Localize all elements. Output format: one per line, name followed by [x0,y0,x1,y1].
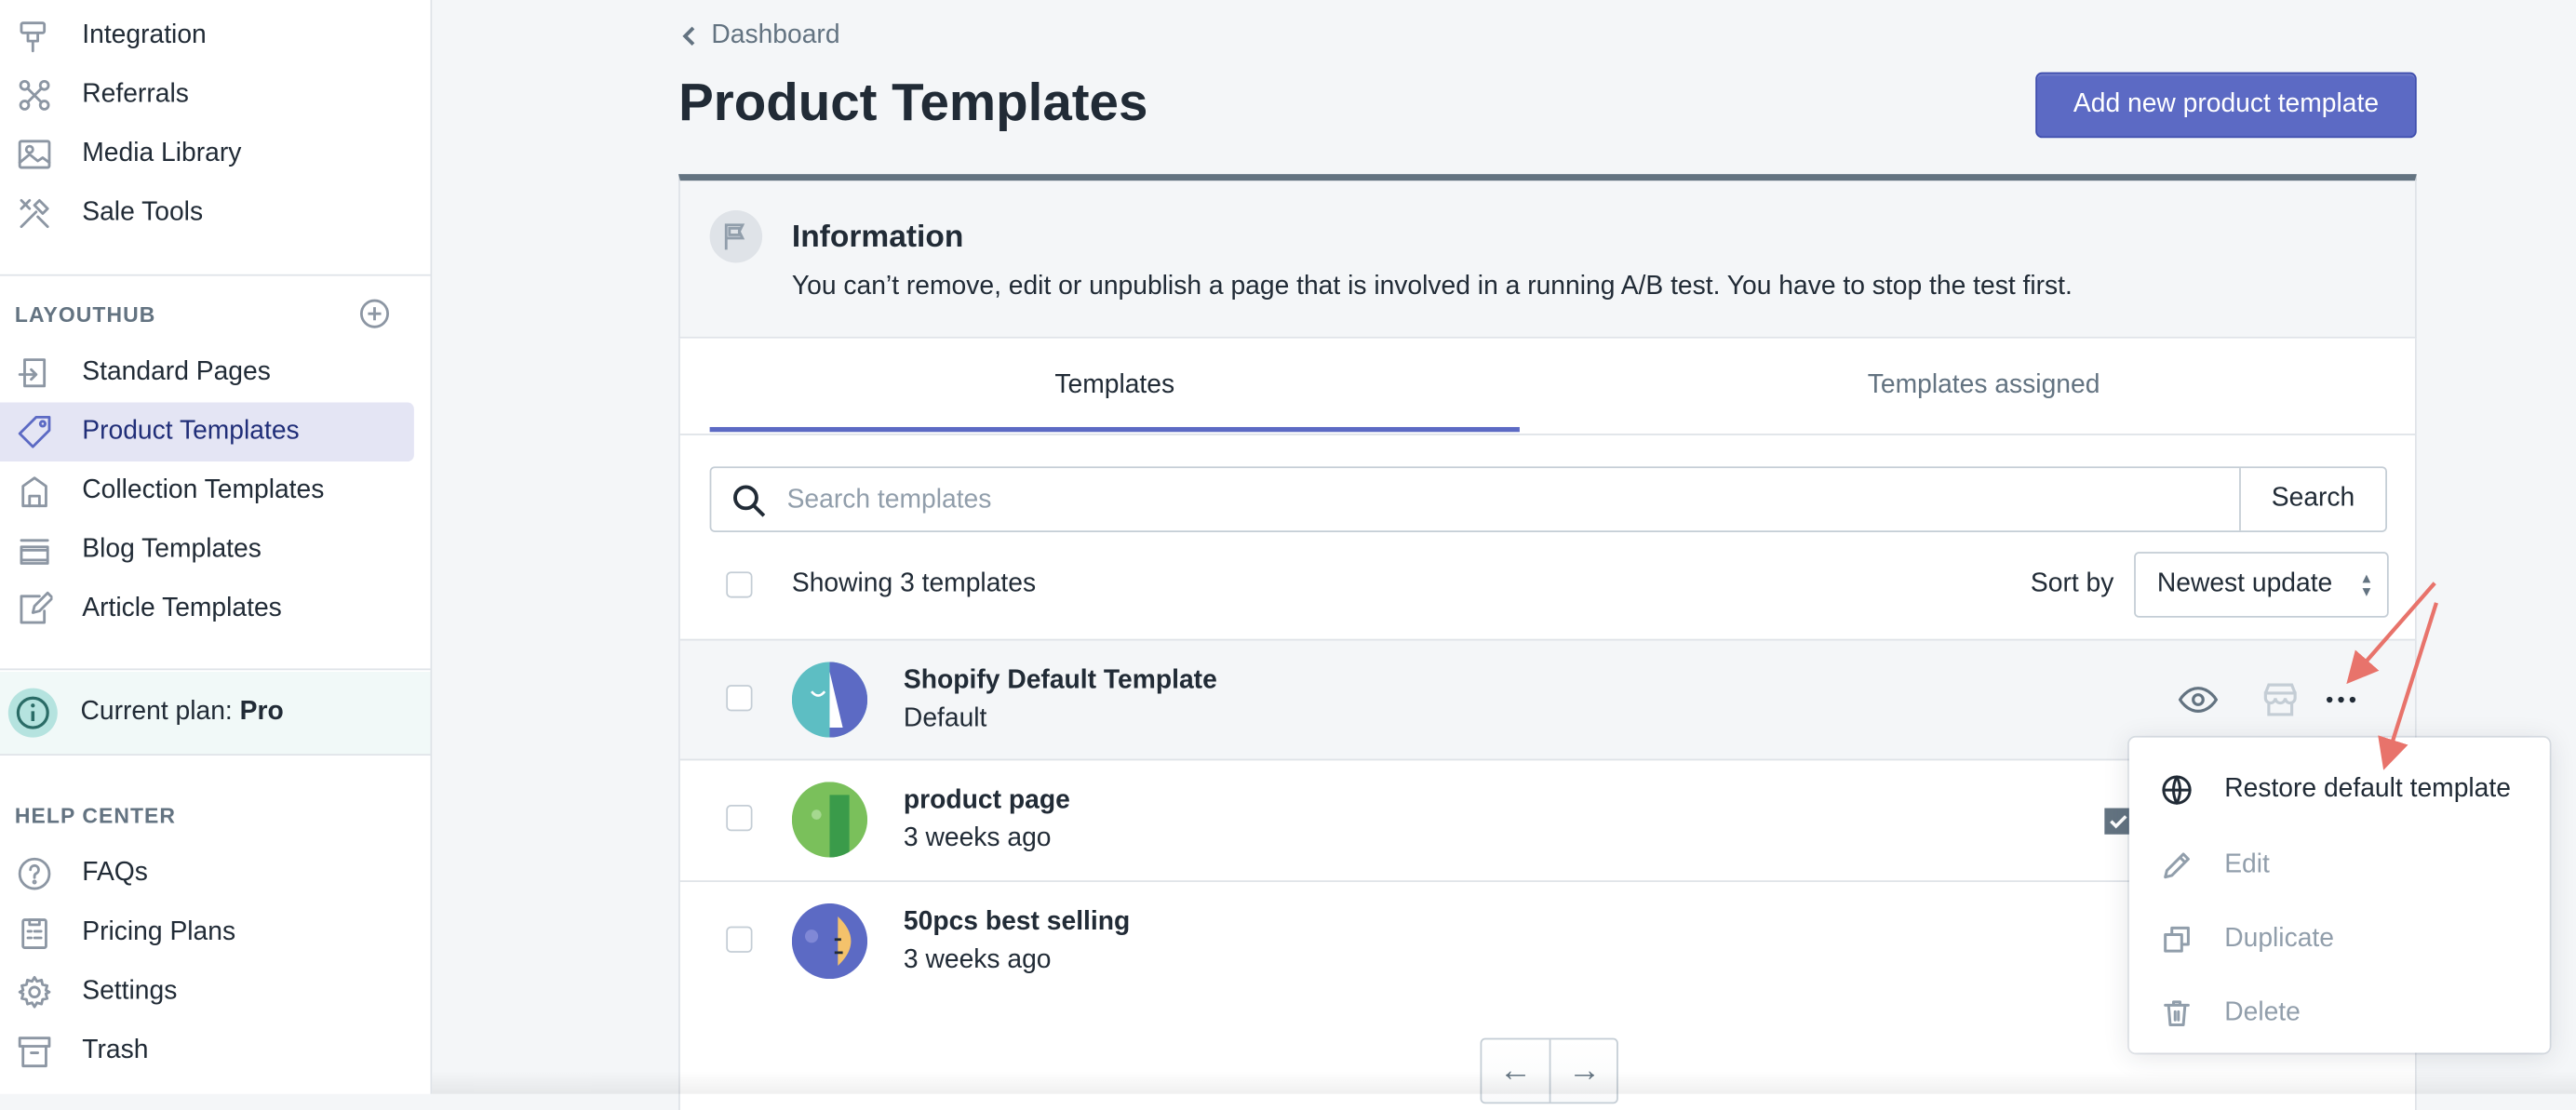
article-icon [15,590,54,629]
sidebar-item-pricing-plans[interactable]: Pricing Plans [0,903,414,963]
search-icon [731,483,768,519]
image-icon [15,135,54,174]
page-title: Product Templates [678,72,1148,132]
annotation-arrow [2346,582,2436,685]
store-icon[interactable] [2258,676,2303,722]
search-button[interactable]: Search [2239,468,2385,531]
search-bar: Search [709,466,2387,532]
tab-templates-assigned[interactable]: Templates assigned [1578,339,2388,434]
sidebar-item-product-templates[interactable]: Product Templates [0,402,414,462]
sidebar-item-label: Standard Pages [82,357,271,386]
sidebar-item-label: FAQs [82,859,148,888]
sort-label: Sort by [2030,569,2114,598]
menu-item-label: Edit [2224,849,2270,878]
select-all-checkbox[interactable] [726,571,753,598]
showing-count: Showing 3 templates [791,569,1037,598]
integration-icon [15,17,54,56]
template-subtitle: Default [903,704,987,733]
sidebar-item-collection-templates[interactable]: Collection Templates [0,461,414,521]
sidebar-item-label: Product Templates [82,417,300,446]
info-title: Information [791,220,964,255]
help-center-heading: HELP CENTER [14,803,177,828]
sidebar-item-label: Integration [82,20,207,49]
menu-item-delete[interactable]: Delete [2129,976,2550,1050]
chevron-left-icon [682,26,695,47]
row-checkbox[interactable] [726,804,753,832]
menu-item-label: Duplicate [2224,923,2334,952]
trash-icon [2159,995,2195,1031]
add-template-button[interactable]: Add new product template [2035,72,2417,139]
plan-name: Pro [239,698,284,727]
menu-item-edit[interactable]: Edit [2129,828,2550,902]
sidebar-item-article-templates[interactable]: Article Templates [0,580,414,639]
sidebar-item-label: Sale Tools [82,198,204,227]
tools-icon [15,194,54,233]
referrals-icon [15,75,54,114]
sidebar-item-label: Blog Templates [82,535,262,564]
template-avatar [791,662,868,738]
menu-item-label: Delete [2224,997,2301,1026]
sidebar-item-settings[interactable]: Settings [0,962,414,1022]
template-avatar [791,782,868,858]
info-icon [7,688,58,738]
template-subtitle: 3 weeks ago [903,824,1052,853]
layouthub-heading: LAYOUTHUB [14,301,156,328]
sidebar-item-integration[interactable]: Integration [0,7,414,66]
eye-icon[interactable] [2175,676,2220,722]
pencil-icon [2159,847,2195,883]
sidebar-item-label: Trash [82,1036,149,1064]
sidebar-item-blog-templates[interactable]: Blog Templates [0,521,414,581]
sidebar-item-sale-tools[interactable]: Sale Tools [0,184,414,244]
sidebar-item-trash[interactable]: Trash [0,1022,414,1081]
sidebar-item-label: Collection Templates [82,475,325,504]
sidebar-item-label: Article Templates [82,595,282,623]
sidebar: Integration Referrals Media Library Sale… [0,0,433,1094]
template-name[interactable]: 50pcs best selling [904,908,1130,938]
sidebar-item-media-library[interactable]: Media Library [0,125,414,184]
breadcrumb-label: Dashboard [711,20,840,49]
sidebar-item-label: Pricing Plans [82,917,236,946]
bottom-shadow [432,1070,2576,1094]
menu-item-duplicate[interactable]: Duplicate [2129,902,2550,975]
page-icon [15,354,54,393]
sidebar-divider [0,274,431,276]
sidebar-divider [0,668,431,671]
current-plan[interactable]: Current plan: Pro [0,672,431,755]
annotation-arrows [2346,582,2438,770]
gear-icon [15,972,54,1011]
template-name[interactable]: product page [904,787,1070,817]
breadcrumb[interactable]: Dashboard [678,20,840,51]
tab-bar: Templates Templates assigned [679,339,2415,435]
question-icon [15,854,54,893]
template-name[interactable]: Shopify Default Template [904,667,1217,697]
template-avatar [791,903,868,980]
add-circle-icon[interactable] [358,298,391,330]
search-input[interactable] [784,477,2220,525]
sidebar-item-label: Settings [82,977,178,1006]
sidebar-divider [0,754,431,756]
app-root: Integration Referrals Media Library Sale… [0,0,2576,1110]
sidebar-item-label: Referrals [82,80,189,109]
info-banner: Information You can’t remove, edit or un… [678,174,2417,339]
actions-menu: Restore default template Edit Duplicate … [2128,737,2550,1053]
flag-icon [709,209,763,263]
info-text: You can’t remove, edit or unpublish a pa… [791,273,2073,301]
collection-icon [15,472,54,511]
sidebar-item-referrals[interactable]: Referrals [0,66,414,126]
row-checkbox[interactable] [726,685,753,712]
row-checkbox[interactable] [726,926,753,953]
plan-prefix: Current plan: [80,698,240,727]
sidebar-item-label: Media Library [82,140,242,168]
template-subtitle: 3 weeks ago [903,945,1052,974]
blog-icon [15,530,54,569]
tab-templates[interactable]: Templates [710,339,1520,434]
clipboard-icon [15,914,54,953]
archive-icon [15,1032,54,1071]
globe-icon [2159,771,2195,808]
sidebar-item-standard-pages[interactable]: Standard Pages [0,343,414,403]
tag-icon [15,412,54,451]
duplicate-icon [2159,920,2195,956]
active-tab-indicator [709,426,1520,433]
sidebar-item-faqs[interactable]: FAQs [0,844,414,903]
